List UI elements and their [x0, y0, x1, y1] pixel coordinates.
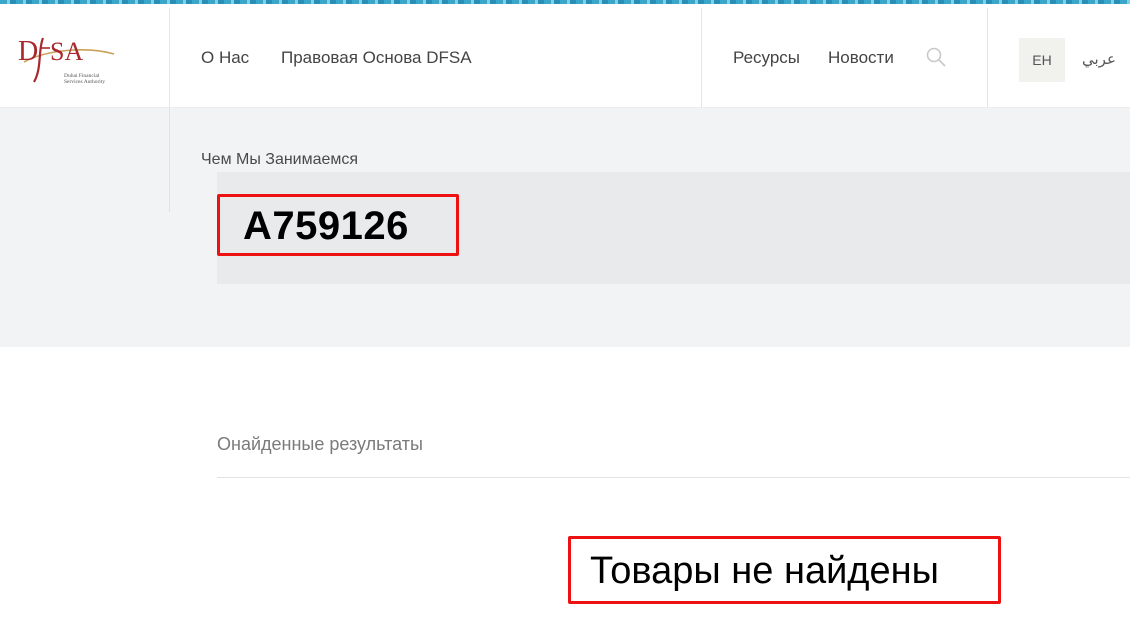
search-box[interactable]: A759126 — [217, 172, 1130, 284]
hero-divider — [169, 108, 170, 212]
results-divider — [217, 477, 1130, 478]
language-en-button[interactable]: ЕН — [1019, 38, 1065, 82]
logo-subtitle: Dubai Financial Services Authority — [64, 73, 106, 85]
svg-text:D: D — [18, 36, 38, 67]
search-query-highlight: A759126 — [217, 194, 459, 256]
breadcrumb[interactable]: Чем Мы Занимаемся — [201, 151, 358, 169]
nav-resources[interactable]: Ресурсы — [733, 48, 800, 68]
dfsa-logo[interactable]: D SA Dubai Financial Services Authority — [16, 20, 120, 90]
header-divider — [169, 8, 170, 108]
empty-results-highlight: Товары не найдены — [568, 536, 1001, 604]
nav-news[interactable]: Новости — [828, 48, 894, 68]
svg-text:SA: SA — [50, 37, 83, 66]
search-hero: Чем Мы Занимаемся A759126 — [0, 108, 1130, 347]
header-divider — [987, 8, 988, 112]
nav-legal-framework[interactable]: Правовая Основа DFSA — [281, 48, 472, 68]
search-icon[interactable] — [925, 46, 947, 68]
results-title: Онайденные результаты — [217, 434, 423, 454]
header-divider — [701, 8, 702, 112]
empty-results-message: Товары не найдены — [590, 550, 939, 592]
site-header: D SA Dubai Financial Services Authority … — [0, 4, 1130, 112]
language-ar-link[interactable]: عربي — [1082, 50, 1116, 68]
search-query[interactable]: A759126 — [243, 204, 409, 249]
nav-about[interactable]: О Нас — [201, 48, 249, 68]
